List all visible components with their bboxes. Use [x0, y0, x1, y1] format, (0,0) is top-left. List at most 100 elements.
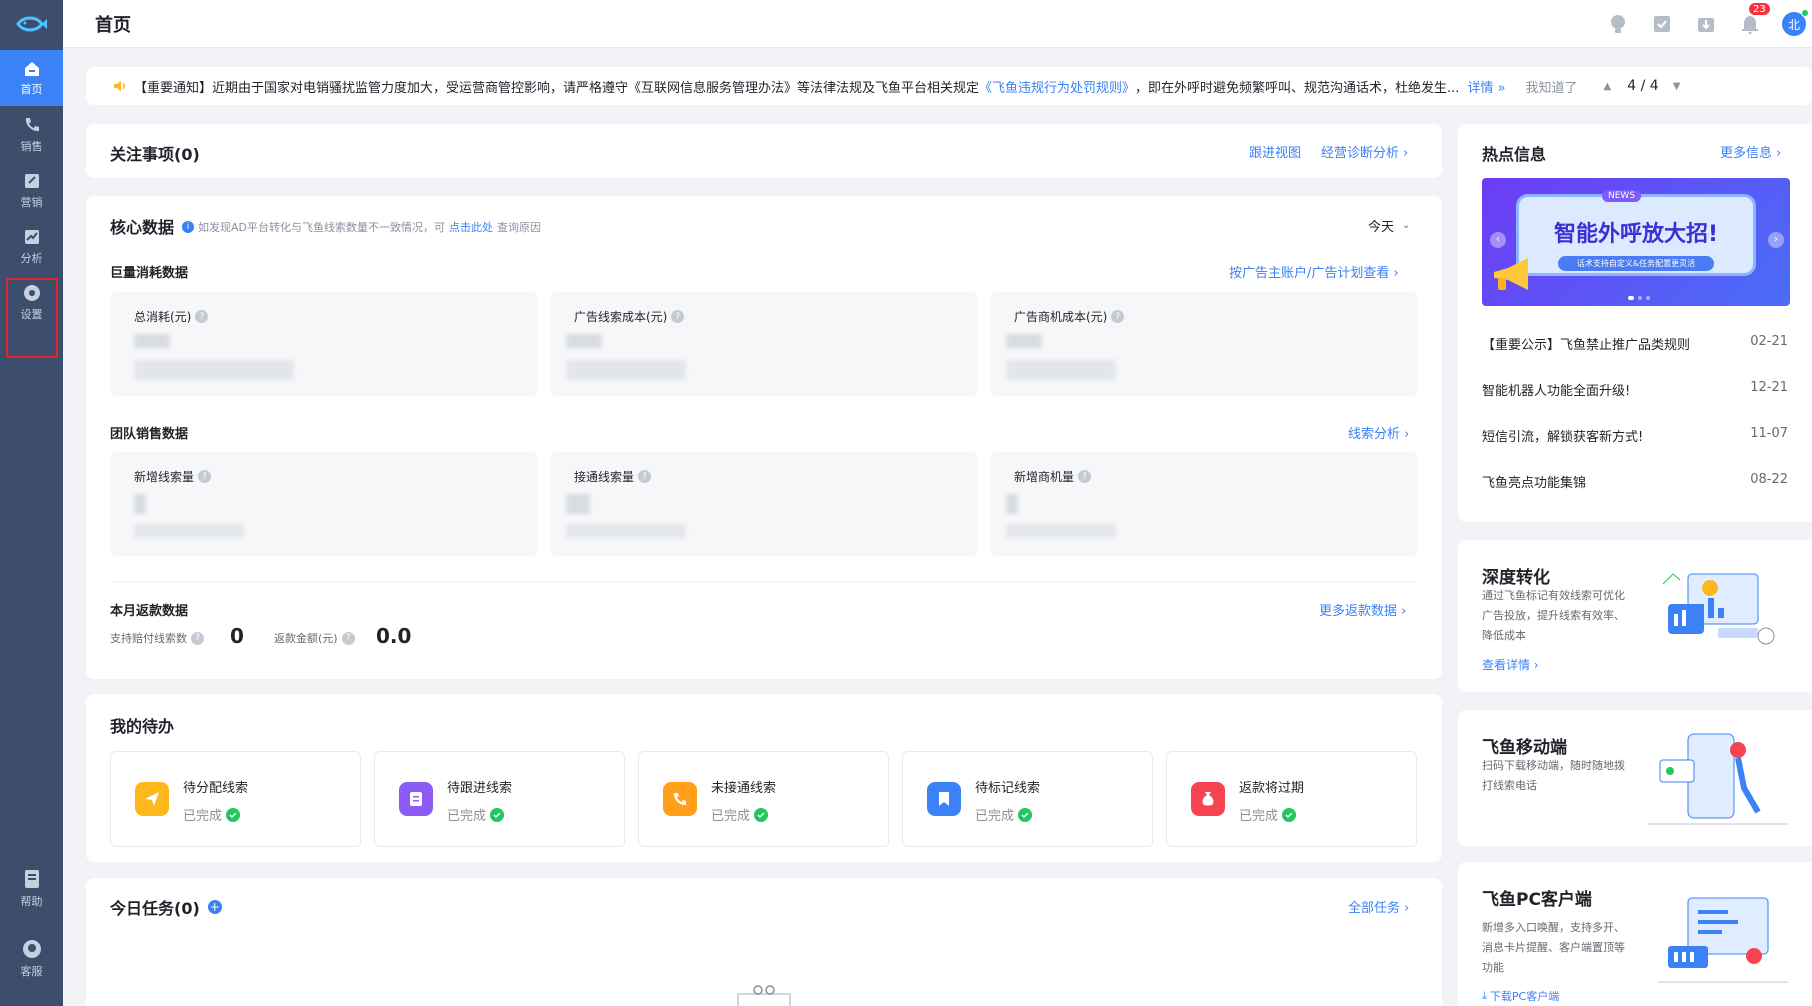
rule-link[interactable]: 《飞鱼违规行为处罚规则》 [979, 77, 1135, 96]
hot-banner[interactable]: NEWS 智能外呼放大招! 话术支持自定义&任务配置更灵活 ‹ › [1482, 178, 1790, 306]
refund-leads-label: 支持赔付线索数? [110, 630, 204, 646]
export-icon[interactable] [1694, 12, 1718, 36]
avatar[interactable]: 北 [1782, 9, 1809, 36]
todo-item-unassigned[interactable]: 待分配线索 已完成 [110, 751, 361, 847]
todo-item-status: 已完成 [1239, 805, 1297, 824]
sidebar-item-label: 分析 [20, 251, 43, 265]
todo-item-unconnected[interactable]: 未接通线索 已完成 [638, 751, 889, 847]
online-status-dot [1801, 9, 1809, 17]
follow-view-link[interactable]: 跟进视图 [1249, 142, 1301, 161]
check-circle-icon [490, 807, 505, 822]
mobile-illustration-icon [1648, 733, 1788, 825]
refund-amount-label: 返款金额(元)? [274, 630, 355, 646]
question-icon[interactable]: ? [191, 631, 204, 645]
question-icon[interactable]: ? [341, 631, 355, 645]
todo-item-status: 已完成 [183, 805, 241, 824]
sidebar-item-sales[interactable]: 销售 [0, 106, 63, 162]
refund-label: 支持赔付线索数 [110, 632, 187, 645]
lightbulb-icon[interactable] [1606, 12, 1630, 36]
page-title: 首页 [95, 14, 131, 36]
more-refund-link[interactable]: 更多返款数据 › [1319, 600, 1406, 619]
question-icon[interactable]: ? [198, 470, 212, 483]
hint-link[interactable]: 点击此处 [449, 219, 493, 235]
download-pc-link[interactable]: ⤓ 下载PC客户端 [1482, 988, 1559, 1004]
hot-item[interactable]: 【重要公示】飞鱼禁止推广品类规则 02-21 [1482, 334, 1788, 353]
missed-call-icon [663, 782, 697, 816]
promo-desc: 通过飞鱼标记有效线索可优化广告投放，提升线索有效率、降低成本 [1482, 589, 1625, 642]
chevron-down-icon: ⌄ [1402, 220, 1411, 231]
notice-next-icon[interactable]: ▼ [1673, 81, 1681, 92]
hint-text-after: 查询原因 [497, 221, 541, 234]
metric-label: 广告线索成本(元) [574, 310, 668, 324]
bookmark-icon [927, 782, 961, 816]
refund-label: 返款金额(元) [274, 632, 338, 645]
tasks-title: 今日任务(0) [110, 899, 200, 918]
sidebar-item-help[interactable]: 帮助 [0, 860, 63, 916]
diagnosis-link[interactable]: 经营诊断分析 › [1321, 142, 1408, 161]
sidebar-item-label: 销售 [20, 139, 43, 153]
sidebar-item-service[interactable]: 客服 [0, 930, 63, 986]
todo-item-to-mark[interactable]: 待标记线索 已完成 [902, 751, 1153, 847]
sidebar-item-analysis[interactable]: 分析 [0, 218, 63, 274]
hot-item-date: 11-07 [1750, 426, 1788, 441]
status-text: 已完成 [1239, 809, 1279, 824]
dashboard-illustration-icon [1662, 573, 1775, 645]
promo-desc: 新增多入口唤醒，支持多开、消息卡片提醒、客户端置顶等功能 [1482, 921, 1625, 974]
sidebar: 首页 销售 营销 分析 设置 帮助 客服 [0, 0, 63, 1006]
todo-item-status: 已完成 [975, 805, 1033, 824]
view-details-link[interactable]: 查看详情 › [1482, 656, 1539, 673]
money-bag-icon [1191, 782, 1225, 816]
lead-analysis-link[interactable]: 线索分析 › [1348, 423, 1409, 442]
question-icon[interactable]: ? [671, 310, 685, 323]
question-icon[interactable]: ? [1078, 470, 1092, 483]
hot-item-date: 02-21 [1750, 334, 1788, 349]
todo-item-to-follow[interactable]: 待跟进线索 已完成 [374, 751, 625, 847]
todo-item-title: 待跟进线索 [447, 781, 513, 796]
hot-info-title: 热点信息 [1482, 145, 1547, 164]
bell-icon[interactable]: 23 [1738, 2, 1771, 36]
question-icon[interactable]: ? [638, 470, 652, 483]
status-text: 已完成 [183, 809, 223, 824]
more-info-link[interactable]: 更多信息 › [1720, 142, 1781, 161]
hot-item[interactable]: 飞鱼亮点功能集锦 08-22 [1482, 472, 1788, 491]
divider [110, 581, 1418, 582]
task-check-icon[interactable] [1650, 12, 1674, 36]
notice-prev-icon[interactable]: ▲ [1604, 81, 1612, 92]
banner-subtitle: 话术支持自定义&任务配置更灵活 [1558, 256, 1714, 271]
question-icon[interactable]: ? [1111, 310, 1125, 323]
banner-next-icon[interactable]: › [1768, 232, 1784, 248]
notice-text-after: ，即在外呼时避免频繁呼叫、规范沟通话术，杜绝发生... [1135, 80, 1460, 96]
hot-item[interactable]: 智能机器人功能全面升级! 12-21 [1482, 380, 1788, 399]
banner-prev-icon[interactable]: ‹ [1490, 232, 1506, 248]
question-icon[interactable]: ? [195, 310, 209, 323]
period-select[interactable]: 今天 ⌄ [1368, 216, 1410, 235]
notice-detail-link[interactable]: 详情 » [1467, 77, 1505, 96]
hot-item-title: 短信引流，解锁获客新方式! [1482, 430, 1644, 445]
notification-badge: 23 [1748, 2, 1771, 16]
todo-item-title: 未接通线索 [711, 781, 777, 796]
todo-item-refund-expiring[interactable]: 返款将过期 已完成 [1166, 751, 1417, 847]
promo-desc: 扫码下载移动端，随时随地拨打线索电话 [1482, 759, 1625, 792]
news-tag: NEWS [1602, 190, 1642, 202]
metric-label: 接通线索量 [574, 470, 635, 484]
sidebar-item-label: 帮助 [20, 894, 43, 908]
by-account-link[interactable]: 按广告主账户/广告计划查看 › [1229, 262, 1399, 281]
promo-title: 飞鱼移动端 [1482, 738, 1567, 758]
check-circle-icon [1018, 807, 1033, 822]
metric-new-leads: 新增线索量? [110, 452, 538, 556]
refund-amount-value: 0.0 [376, 624, 412, 648]
fish-logo-icon[interactable] [0, 0, 63, 48]
sidebar-item-home[interactable]: 首页 [0, 50, 63, 106]
metric-new-opportunities: 新增商机量? [990, 452, 1418, 556]
period-value: 今天 [1368, 220, 1395, 235]
hot-item[interactable]: 短信引流，解锁获客新方式! 11-07 [1482, 426, 1788, 445]
notice-dismiss-button[interactable]: 我知道了 [1526, 77, 1578, 96]
sidebar-item-label: 客服 [20, 964, 43, 978]
section-team-sales: 团队销售数据 [110, 427, 189, 442]
sidebar-item-marketing[interactable]: 营销 [0, 162, 63, 218]
metric-connected-leads: 接通线索量? [550, 452, 978, 556]
all-tasks-link[interactable]: 全部任务 › [1348, 897, 1409, 916]
metric-label: 广告商机成本(元) [1014, 310, 1108, 324]
add-task-icon[interactable]: + [207, 900, 222, 914]
marketing-icon [24, 173, 39, 188]
